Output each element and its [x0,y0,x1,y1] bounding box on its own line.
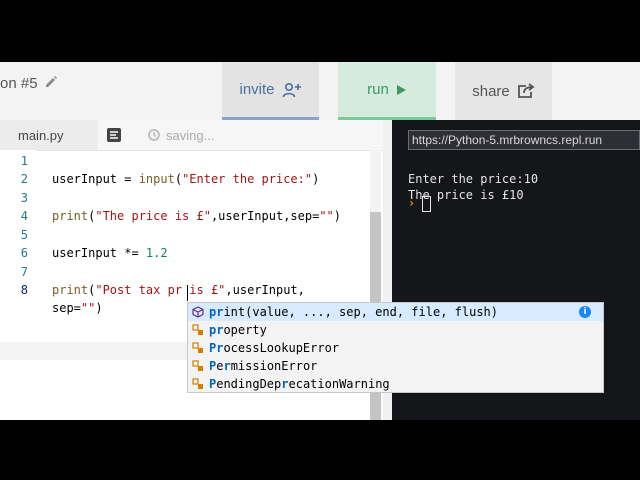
autocomplete-item-property[interactable]: property [188,321,603,339]
share-icon [517,83,535,98]
code-token: userInput = [52,172,139,186]
code-token: ,userInput, [225,283,305,297]
autocomplete-match: pr [209,323,224,337]
function-cube-icon [192,306,204,318]
class-icon [192,342,203,353]
console-output-line: Enter the price:10 [408,172,539,186]
code-line-8-wrap[interactable]: sep="") [52,301,103,315]
code-token: print [52,283,89,297]
invite-label: invite [239,81,275,98]
add-user-icon [282,82,301,97]
autocomplete-text: ecationWarning [288,377,390,391]
run-label: run [367,81,389,98]
code-token: 1.2 [145,246,168,260]
autocomplete-text: endingDep [216,377,282,391]
autocomplete-text: ocessLookupError [223,341,340,355]
code-token: "The price is £" [95,209,211,223]
autocomplete-dropdown: print(value, ..., sep, end, file, flush)… [187,302,604,393]
text-cursor [187,285,188,301]
code-token: ) [333,209,342,223]
repl-window: on #5 invite run share main.py saving...… [0,62,640,420]
console-input-cursor[interactable] [422,196,431,212]
code-token: input [138,172,175,186]
autocomplete-match: pr [209,305,224,319]
line-number: 8 [20,283,28,297]
autocomplete-match: Pr [209,341,224,355]
invite-button[interactable]: invite [222,62,319,120]
autocomplete-item-print[interactable]: print(value, ..., sep, end, file, flush)… [188,303,603,321]
code-line-2[interactable]: userInput = input("Enter the price:") [52,172,319,186]
share-button[interactable]: share [455,62,552,120]
autocomplete-text: operty [223,323,267,337]
format-code-icon[interactable] [107,128,121,142]
top-bar: on #5 invite run share [0,62,640,121]
autocomplete-item-processlookuperror[interactable]: ProcessLookupError [188,339,603,357]
play-icon [396,84,406,95]
line-number: 1 [20,154,28,168]
line-number: 4 [20,209,28,223]
code-token: "Enter the price:" [182,172,313,186]
code-line-6[interactable]: userInput *= 1.2 [52,246,168,260]
code-token: sep= [52,301,81,315]
code-token: ( [174,172,183,186]
file-tab-label: main.py [18,128,64,143]
line-number: 3 [20,191,28,205]
code-token: "" [319,209,334,223]
line-number: 5 [20,228,28,242]
autocomplete-item-pendingdeprecationwarning[interactable]: PendingDeprecationWarning [188,375,603,393]
save-status: saving... [166,128,215,143]
pencil-icon[interactable] [44,75,58,89]
code-token: ) [95,301,103,315]
autocomplete-match: r [281,377,289,391]
code-token: "Post tax pr is £" [95,283,226,297]
code-token: userInput *= [52,246,146,260]
code-token: print [52,209,89,223]
line-number: 6 [20,246,28,260]
repl-url-bar[interactable]: https://Python-5.mrbrowncs.repl.run [408,130,640,150]
console-prompt-icon: › [408,196,416,210]
code-token: ,userInput,sep= [210,209,320,223]
editor-tab-bar: main.py saving... [0,120,383,151]
code-token: "" [80,301,96,315]
code-token: ) [312,172,320,186]
share-label: share [472,82,510,100]
class-icon [192,378,203,389]
autocomplete-text: missionError [230,359,318,373]
line-number: 2 [20,172,28,186]
autocomplete-match: r [223,359,231,373]
code-line-4[interactable]: print("The price is £",userInput,sep="") [52,209,341,223]
class-icon [192,324,203,335]
run-button[interactable]: run [338,62,436,120]
autocomplete-item-permissionerror[interactable]: PermissionError [188,357,603,375]
line-number: 7 [20,265,28,279]
class-icon [192,360,203,371]
code-line-8[interactable]: print("Post tax pr is £",userInput, [52,283,305,297]
project-name[interactable]: on #5 [0,75,38,92]
info-icon[interactable]: i [579,306,591,318]
saving-spinner-icon [148,129,160,141]
autocomplete-text: int(value, ..., sep, end, file, flush) [223,305,498,319]
file-tab-main[interactable]: main.py [0,120,98,150]
